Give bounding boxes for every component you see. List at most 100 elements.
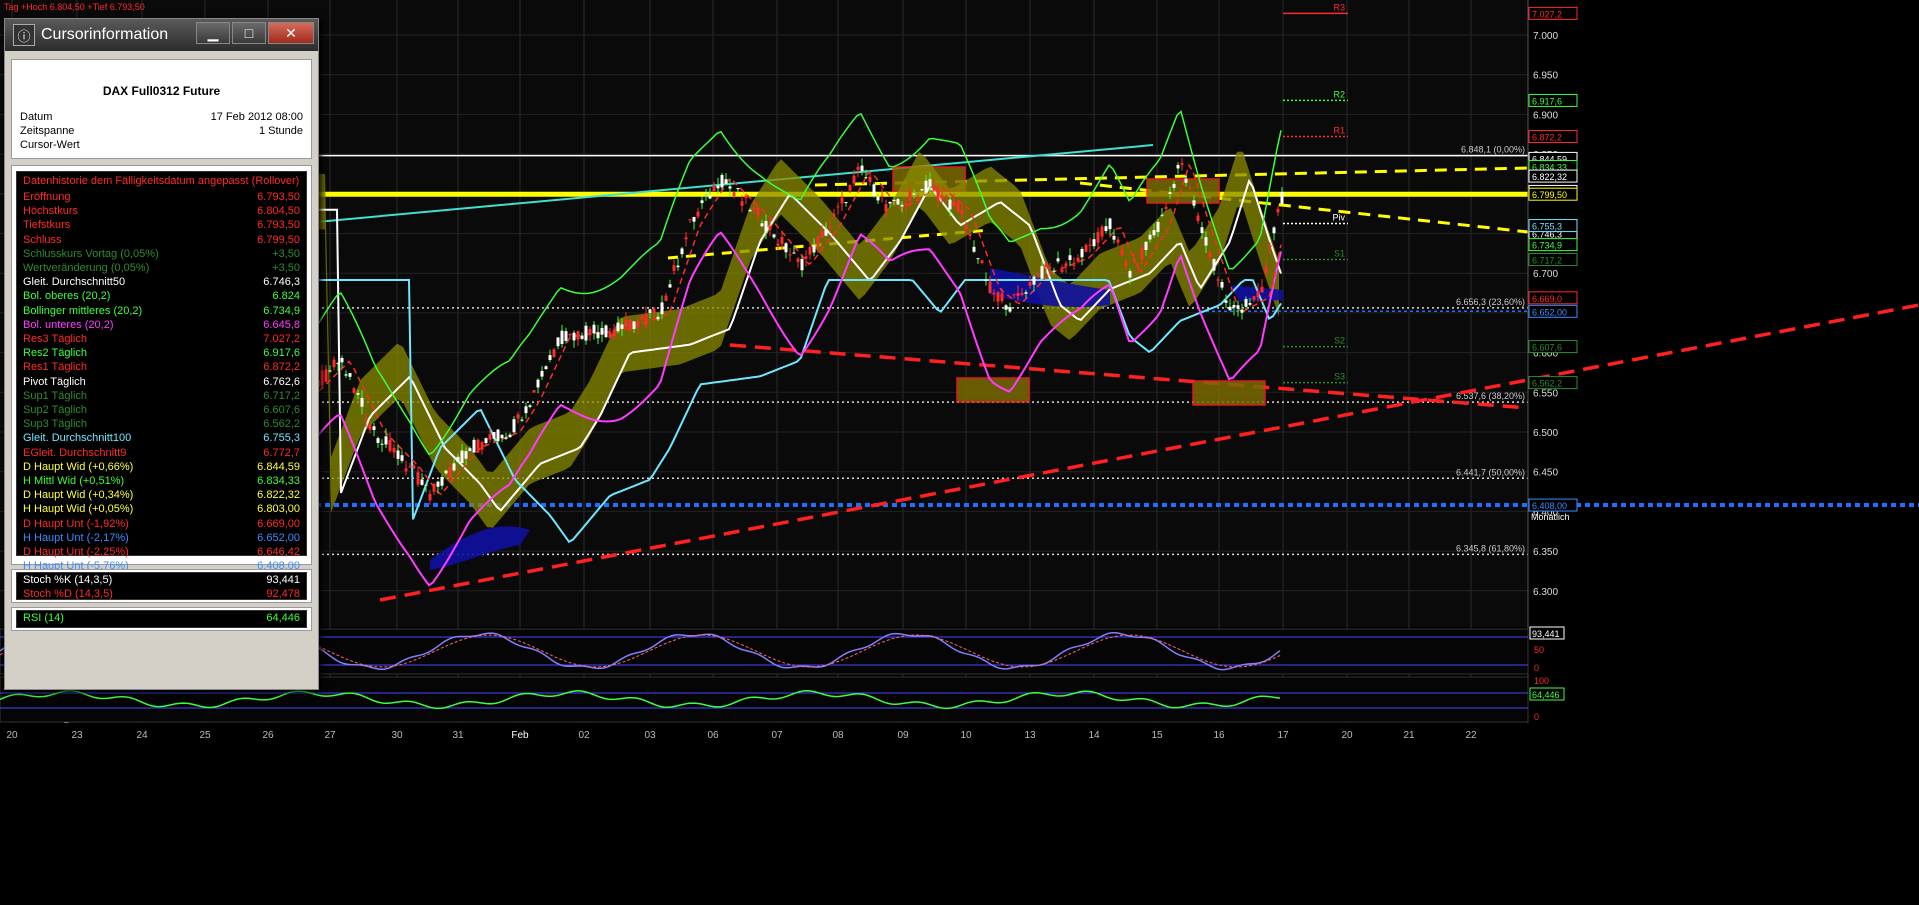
candle-body [836,206,840,208]
candle-body [444,470,448,474]
history-row: Tiefstkurs 6.793,50 [17,218,306,232]
candle-body [892,199,896,201]
price-axis-label: 6.450 [1533,468,1558,479]
candle-body [1092,239,1096,247]
candle-body [492,432,496,439]
candle-body [1028,282,1032,286]
history-row-label: Pivot Täglich [23,375,86,388]
pivot-label: Piv [1332,212,1345,222]
candle-body [848,184,852,191]
candle-body [572,332,576,341]
history-row-value: 6.607,6 [263,404,300,417]
stoch-row: Stoch %D (14,3,5) 92,478 [17,587,306,601]
stoch-row-value: 93,441 [266,574,300,586]
candle-body [432,483,436,492]
candle-body [1084,245,1088,252]
candle-body [544,366,548,370]
date-axis-label: 02 [578,730,590,741]
date-axis-label: 23 [71,730,83,741]
candle-body [852,175,856,184]
candle-body [820,230,824,238]
candle-body [796,258,800,262]
candle-body [704,192,708,194]
candle-body [640,316,644,320]
candle-body [968,234,972,236]
candle-body [564,331,568,341]
candle-body [1208,253,1212,258]
date-axis-label: 03 [644,730,656,741]
stoch-row-label: Stoch %D (14,3,5) [23,588,113,601]
candle-body [488,434,492,440]
window-title: Cursorinformation [41,26,169,43]
history-row-label: Gleit. Durchschnitt100 [23,432,132,445]
candle-body [504,437,508,439]
history-row-value: 6.872,2 [263,361,300,374]
candle-body [376,438,380,443]
candle-body [716,185,720,189]
candle-body [1192,200,1196,206]
history-row-value: 6.804,50 [257,205,300,218]
candle-body [1108,218,1112,230]
price-zone-box [1192,380,1266,406]
candle-body [668,284,672,288]
candle-body [440,476,444,486]
maximize-button[interactable]: □ [232,22,266,44]
date-axis-bg [0,723,1919,905]
candle-body [944,195,948,197]
price-tag: 6.408,00 [1532,501,1567,511]
history-row-label: Sup2 Täglich [23,404,88,417]
candle-body [480,442,484,450]
history-row-label: H Haupt Wid (+0,05%) [23,503,134,516]
history-row: Höchstkurs 6.804,50 [17,204,306,218]
price-tag: 6.822,32 [1532,172,1567,182]
candle-body [404,468,408,472]
candle-body [620,324,624,329]
history-row: D Haupt Wid (+0,66%) 6.844,59 [17,460,306,474]
date-axis-label: 25 [199,730,211,741]
date-axis-label: 20 [1341,730,1353,741]
candle-body [600,327,604,335]
minimize-button[interactable]: ▁ [196,22,230,44]
close-button[interactable]: ✕ [268,22,314,44]
candle-body [700,200,704,204]
pivot-label: S1 [1334,249,1345,259]
rsi-values: RSI (14) 64,446 [16,610,307,628]
candle-body [872,184,876,197]
history-row-label: Res1 Täglich [23,361,87,374]
candle-body [1120,249,1124,256]
price-axis-label: 6.550 [1533,388,1558,399]
fib-label: 6.656,3 (23,60%) [1456,297,1525,307]
history-row-value: 6.562,2 [263,418,300,431]
history-row-value: 6.793,50 [257,219,300,232]
date-axis-label: 21 [1403,730,1415,741]
candle-body [516,414,520,419]
history-row-value: 6.824 [272,290,300,303]
candle-body [924,180,928,194]
candle-body [1220,282,1224,288]
candle-body [1232,305,1236,308]
candle-body [788,254,792,256]
candle-body [436,481,440,487]
fib-label: 6.441,7 (50,00%) [1456,467,1525,477]
candle-body [748,209,752,212]
history-row: Wertveränderung (0,05%) +3,50 [17,261,306,275]
date-axis-label: 09 [897,730,909,741]
candle-body [804,256,808,259]
candle-body [528,405,532,407]
history-row-value: 6.844,59 [257,460,300,473]
candle-body [652,308,656,314]
candle-body [708,195,712,199]
date-axis-label: 13 [1024,730,1036,741]
candle-body [508,434,512,438]
candle-body [464,451,468,459]
cursor-info-window[interactable]: ⓘ Cursorinformation ▁ □ ✕ DAX Full0312 F… [4,18,319,690]
window-titlebar[interactable]: ⓘ Cursorinformation ▁ □ ✕ [5,19,318,51]
candle-body [824,228,828,236]
candle-body [928,179,932,187]
history-row: Res3 Täglich 7.027,2 [17,332,306,346]
history-row: Sup3 Täglich 6.562,2 [17,417,306,431]
candle-body [628,319,632,331]
date-axis-label: 30 [391,730,403,741]
candle-body [1172,183,1176,188]
candle-body [332,359,336,368]
